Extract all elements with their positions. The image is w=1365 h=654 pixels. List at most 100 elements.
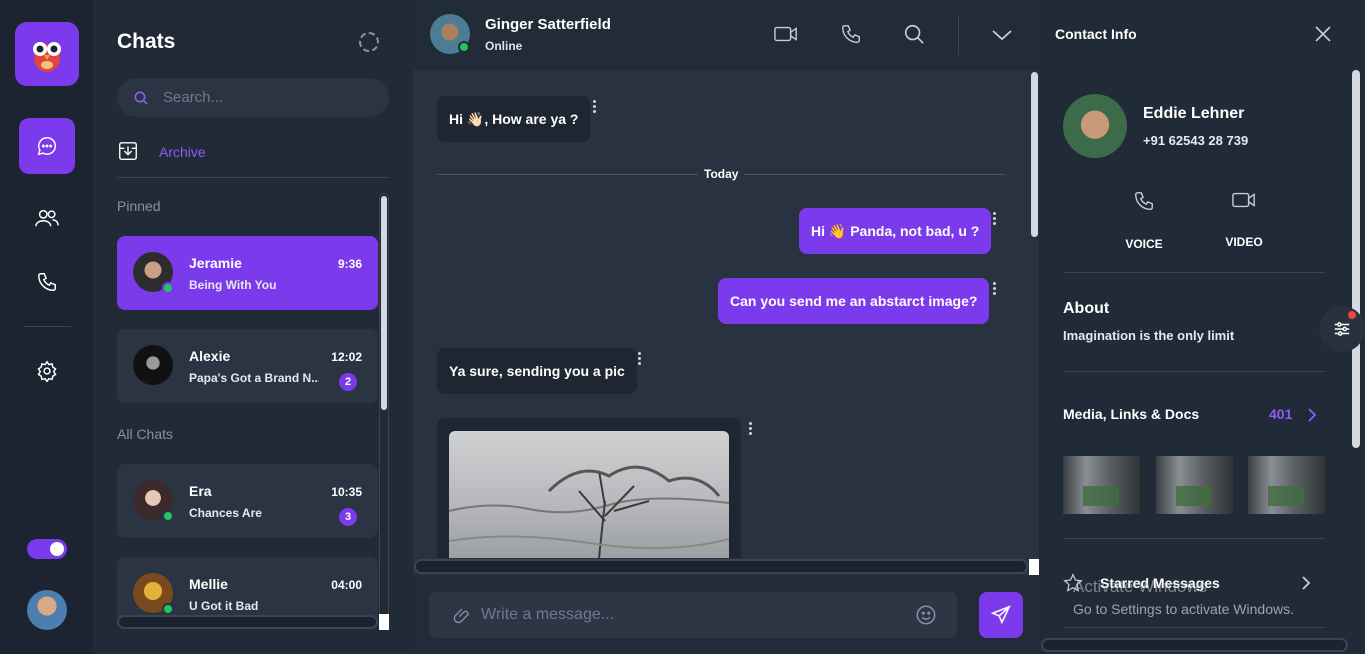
scrollbar-thumb[interactable] bbox=[1031, 72, 1038, 237]
message-bubble-sent[interactable]: Hi 👋 Panda, not bad, u ? bbox=[799, 208, 992, 254]
message-menu-icon[interactable] bbox=[993, 282, 997, 297]
phone-call-icon[interactable] bbox=[840, 23, 862, 45]
conversation-h-scrollbar[interactable] bbox=[414, 559, 1028, 574]
user-avatar[interactable] bbox=[27, 590, 67, 630]
status-circle-icon[interactable] bbox=[359, 32, 379, 52]
chat-item-time: 12:02 bbox=[331, 350, 362, 364]
section-divider bbox=[1063, 371, 1325, 372]
toggle-knob bbox=[50, 542, 64, 556]
phone-icon bbox=[38, 273, 56, 291]
contact-avatar bbox=[1063, 94, 1127, 158]
contact-phone: +91 62543 28 739 bbox=[1143, 133, 1249, 148]
chat-item-name: Jeramie bbox=[189, 255, 242, 271]
scrollbar-thumb[interactable] bbox=[381, 196, 387, 410]
gear-icon bbox=[37, 360, 57, 382]
chat-item[interactable]: Alexie Papa's Got a Brand N... 12:02 2 bbox=[117, 329, 378, 403]
paperclip-icon[interactable] bbox=[451, 605, 471, 625]
nav-settings-button[interactable] bbox=[19, 343, 75, 399]
chat-app: Chats Search... Archive Pinned Jeramie B… bbox=[0, 0, 1365, 654]
notification-dot bbox=[1348, 311, 1356, 319]
voice-call-button[interactable]: VOICE bbox=[1114, 190, 1174, 251]
abstract-tree-image bbox=[449, 465, 729, 558]
theme-toggle[interactable] bbox=[27, 539, 67, 559]
online-indicator bbox=[162, 282, 174, 294]
send-icon bbox=[990, 605, 1011, 625]
about-text: Imagination is the only limit bbox=[1063, 328, 1235, 343]
media-heading[interactable]: Media, Links & Docs bbox=[1063, 406, 1199, 422]
media-count[interactable]: 401 bbox=[1269, 406, 1292, 422]
avatar bbox=[133, 345, 173, 385]
chat-item-time: 10:35 bbox=[331, 485, 362, 499]
unread-badge: 3 bbox=[339, 508, 357, 526]
online-indicator bbox=[162, 603, 174, 615]
sliders-icon bbox=[1334, 322, 1350, 336]
chevron-right-icon[interactable] bbox=[1301, 575, 1311, 591]
app-logo[interactable] bbox=[15, 22, 79, 86]
message-bubble-received[interactable]: Hi 👋🏻, How are ya ? bbox=[437, 96, 591, 142]
message-menu-icon[interactable] bbox=[749, 422, 753, 437]
users-icon bbox=[35, 209, 59, 227]
message-input[interactable]: Write a message... bbox=[429, 592, 957, 638]
message-bubble-received[interactable]: Ya sure, sending you a pic bbox=[437, 348, 637, 394]
chat-item[interactable]: Jeramie Being With You 9:36 bbox=[117, 236, 378, 310]
abstract-image[interactable] bbox=[449, 431, 729, 558]
chat-item-name: Alexie bbox=[189, 348, 231, 364]
contact-name[interactable]: Ginger Satterfield bbox=[485, 16, 611, 33]
send-button[interactable] bbox=[979, 592, 1023, 638]
scrollbar-thumb[interactable] bbox=[1352, 70, 1360, 448]
customizer-button[interactable] bbox=[1319, 306, 1365, 352]
rail-divider bbox=[23, 326, 71, 327]
unread-badge: 2 bbox=[339, 373, 357, 391]
message-menu-icon[interactable] bbox=[993, 212, 997, 227]
chat-item-name: Era bbox=[189, 483, 212, 499]
search-placeholder: Search... bbox=[163, 89, 224, 106]
contact-info-panel: Contact Info Eddie Lehner +91 62543 28 7… bbox=[1039, 0, 1365, 654]
message-menu-icon[interactable] bbox=[593, 100, 597, 115]
date-divider-label: Today bbox=[698, 167, 745, 181]
message-menu-icon[interactable] bbox=[638, 352, 642, 367]
chat-list-scrollbar[interactable] bbox=[379, 193, 389, 630]
archive-link[interactable]: Archive bbox=[117, 140, 389, 178]
nav-calls-button[interactable] bbox=[19, 254, 75, 310]
chat-item-time: 04:00 bbox=[331, 578, 362, 592]
nav-contacts-button[interactable] bbox=[19, 190, 75, 246]
video-camera-icon[interactable] bbox=[774, 24, 798, 44]
close-icon[interactable] bbox=[1315, 26, 1331, 42]
all-chats-heading: All Chats bbox=[117, 426, 174, 442]
nav-chats-button[interactable] bbox=[19, 118, 75, 174]
chevron-down-icon[interactable] bbox=[991, 28, 1013, 42]
online-indicator bbox=[162, 510, 174, 522]
search-icon[interactable] bbox=[903, 23, 925, 45]
search-input[interactable]: Search... bbox=[117, 78, 389, 117]
scroll-corner bbox=[1029, 559, 1039, 575]
message-bubble-sent[interactable]: Can you send me an abstarct image? bbox=[718, 278, 990, 324]
contact-name: Eddie Lehner bbox=[1143, 105, 1245, 122]
contact-info-title: Contact Info bbox=[1055, 26, 1137, 42]
pinned-heading: Pinned bbox=[117, 198, 161, 214]
section-divider bbox=[1063, 272, 1325, 273]
online-indicator bbox=[458, 41, 470, 53]
contact-panel-scrollbar[interactable] bbox=[1350, 70, 1362, 450]
conversation-scrollbar[interactable] bbox=[1030, 72, 1039, 560]
chat-item[interactable]: Mellie U Got it Bad 04:00 bbox=[117, 557, 378, 617]
section-divider bbox=[1063, 538, 1325, 539]
media-thumbnail[interactable] bbox=[1156, 456, 1233, 514]
chevron-right-icon[interactable] bbox=[1307, 407, 1317, 423]
emoji-icon[interactable] bbox=[915, 604, 937, 626]
media-thumbnail[interactable] bbox=[1063, 456, 1140, 514]
search-icon bbox=[134, 91, 148, 105]
archive-label: Archive bbox=[159, 144, 206, 160]
message-placeholder: Write a message... bbox=[481, 606, 615, 623]
archive-icon bbox=[119, 142, 137, 160]
chat-list-h-scrollbar[interactable] bbox=[117, 615, 378, 629]
video-call-button[interactable]: VIDEO bbox=[1214, 190, 1274, 249]
activate-windows-title: Activate Windows bbox=[1073, 577, 1208, 596]
chat-item-message: Papa's Got a Brand N... bbox=[189, 371, 319, 385]
video-label: VIDEO bbox=[1225, 235, 1263, 249]
chat-item[interactable]: Era Chances Are 10:35 3 bbox=[117, 464, 378, 538]
image-message[interactable] bbox=[437, 418, 741, 558]
header-divider bbox=[958, 15, 959, 55]
contact-panel-h-scrollbar[interactable] bbox=[1041, 638, 1348, 652]
media-thumbnail[interactable] bbox=[1248, 456, 1325, 514]
conversation-panel: Ginger Satterfield Online Hi 👋🏻, How are… bbox=[413, 0, 1039, 654]
